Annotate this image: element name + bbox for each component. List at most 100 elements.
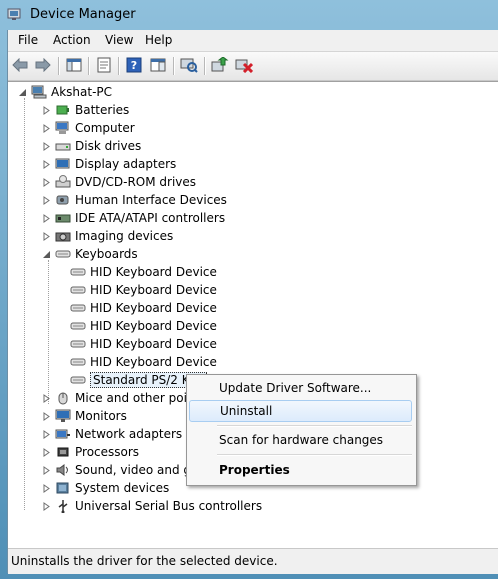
toolbar-separator <box>88 57 90 75</box>
scan-hardware-button[interactable] <box>179 55 199 75</box>
keyboard-icon <box>70 376 86 384</box>
help-icon: ? <box>126 57 142 73</box>
update-driver-button[interactable] <box>210 55 230 75</box>
keyboard-icon <box>70 340 86 348</box>
tree-device-label: HID Keyboard Device <box>90 265 217 279</box>
tree-category-computer[interactable]: Computer <box>42 119 135 137</box>
properties-toolbar-button[interactable] <box>94 55 114 75</box>
ide-controller-icon <box>55 214 71 223</box>
disk-drive-icon <box>55 143 71 151</box>
menu-action[interactable]: Action <box>53 33 91 47</box>
tree-category-monitors[interactable]: Monitors <box>42 407 127 425</box>
tree-category-disk-drives[interactable]: Disk drives <box>42 137 141 155</box>
expand-arrow-icon[interactable] <box>42 195 51 205</box>
window-title: Device Manager <box>30 7 136 22</box>
tree-category-imaging-devices[interactable]: Imaging devices <box>42 227 173 245</box>
collapse-arrow-icon[interactable] <box>18 88 27 97</box>
keyboard-icon <box>70 322 86 330</box>
tree-category-label: Human Interface Devices <box>75 193 227 207</box>
collapse-arrow-icon[interactable] <box>42 250 51 259</box>
tree-category-ide-ata-atapi-controllers[interactable]: IDE ATA/ATAPI controllers <box>42 209 225 227</box>
dvd-drive-icon <box>55 175 71 188</box>
update-driver-software-label: Update Driver Software... <box>219 381 372 395</box>
usb-icon <box>58 500 68 513</box>
help-toolbar-button[interactable]: ? <box>124 55 144 75</box>
properties-menu-item[interactable]: Properties <box>189 459 412 481</box>
mouse-icon <box>58 392 68 405</box>
tree-category-keyboards[interactable]: Keyboards <box>42 245 138 263</box>
display-adapter-icon <box>55 158 70 169</box>
tree-category-network-adapters[interactable]: Network adapters <box>42 425 182 443</box>
expand-arrow-icon[interactable] <box>42 231 51 241</box>
scan-for-hardware-changes-label: Scan for hardware changes <box>219 433 384 447</box>
toolbar-separator <box>204 57 206 75</box>
tree-category-dvd-cd-rom-drives[interactable]: DVD/CD-ROM drives <box>42 173 196 191</box>
keyboard-icon <box>70 268 86 276</box>
update-driver-software-menu-item[interactable]: Update Driver Software... <box>189 377 412 399</box>
keyboard-icon <box>70 304 86 312</box>
menu-help[interactable]: Help <box>145 33 172 47</box>
tree-root-node[interactable]: Akshat-PC <box>18 83 112 101</box>
tree-device-label: HID Keyboard Device <box>90 301 217 315</box>
tree-device-hid-keyboard[interactable]: HID Keyboard Device <box>70 299 217 317</box>
menu-file[interactable]: File <box>18 33 38 47</box>
processor-icon <box>57 447 69 457</box>
tree-category-processors[interactable]: Processors <box>42 443 139 461</box>
tree-category-label: Sound, video and gar <box>75 463 204 477</box>
toolbar-separator <box>58 57 60 75</box>
tree-device-hid-keyboard[interactable]: HID Keyboard Device <box>70 353 217 371</box>
back-arrow-icon <box>12 58 28 72</box>
expand-arrow-icon[interactable] <box>42 177 51 187</box>
expand-arrow-icon[interactable] <box>42 159 51 169</box>
tree-device-hid-keyboard[interactable]: HID Keyboard Device <box>70 317 217 335</box>
tree-category-human-interface-devices[interactable]: Human Interface Devices <box>42 191 227 209</box>
tree-category-batteries[interactable]: Batteries <box>42 101 129 119</box>
tree-category-display-adapters[interactable]: Display adapters <box>42 155 176 173</box>
expand-arrow-icon[interactable] <box>42 501 51 511</box>
console-tree-icon <box>66 58 82 72</box>
network-adapter-icon <box>55 429 70 439</box>
tree-category-sound-video-and-gar[interactable]: Sound, video and gar <box>42 461 203 479</box>
tree-category-label: Universal Serial Bus controllers <box>75 499 263 513</box>
expand-arrow-icon[interactable] <box>42 447 51 457</box>
tree-category-label: DVD/CD-ROM drives <box>75 175 197 189</box>
tree-category-mice-and-other-point[interactable]: Mice and other point <box>42 389 199 407</box>
uninstall-toolbar-button[interactable] <box>234 55 254 75</box>
action-pane-icon <box>150 58 166 72</box>
camera-icon <box>55 232 71 242</box>
expand-arrow-icon[interactable] <box>42 141 51 151</box>
menu-view[interactable]: View <box>105 33 133 47</box>
uninstall-menu-item[interactable]: Uninstall <box>189 400 412 422</box>
tree-category-system-devices[interactable]: System devices <box>42 479 169 497</box>
properties-page-icon <box>97 57 111 73</box>
forward-arrow-icon <box>35 58 51 72</box>
expand-arrow-icon[interactable] <box>42 465 51 475</box>
tree-category-universal-serial-bus-controllers[interactable]: Universal Serial Bus controllers <box>42 497 262 515</box>
tree-device-hid-keyboard[interactable]: HID Keyboard Device <box>70 281 217 299</box>
expand-arrow-icon[interactable] <box>42 429 51 439</box>
action-pane-button[interactable] <box>148 55 168 75</box>
show-hide-console-tree-button[interactable] <box>64 55 84 75</box>
keyboard-icon <box>70 286 86 294</box>
expand-arrow-icon[interactable] <box>42 483 51 493</box>
device-manager-app-icon <box>7 8 21 20</box>
tree-device-hid-keyboard[interactable]: HID Keyboard Device <box>70 335 217 353</box>
expand-arrow-icon[interactable] <box>42 411 51 421</box>
forward-button[interactable] <box>33 55 53 75</box>
tree-device-label: HID Keyboard Device <box>90 283 217 297</box>
scan-for-hardware-changes-menu-item[interactable]: Scan for hardware changes <box>189 429 412 451</box>
expand-arrow-icon[interactable] <box>42 213 51 223</box>
context-menu-separator <box>217 425 412 427</box>
expand-arrow-icon[interactable] <box>42 105 51 115</box>
back-button[interactable] <box>10 55 30 75</box>
computer-icon <box>55 121 69 134</box>
toolbar-separator <box>173 57 175 75</box>
expand-arrow-icon[interactable] <box>42 393 51 403</box>
tree-device-hid-keyboard[interactable]: HID Keyboard Device <box>70 263 217 281</box>
hid-icon <box>56 195 69 205</box>
title-bar[interactable]: Device Manager <box>0 0 498 30</box>
expand-arrow-icon[interactable] <box>42 123 51 133</box>
client-area: File Action View Help ? Akshat-PC Batter… <box>7 30 498 574</box>
sound-icon <box>56 464 68 476</box>
tree-category-label: Mice and other point <box>75 391 200 405</box>
